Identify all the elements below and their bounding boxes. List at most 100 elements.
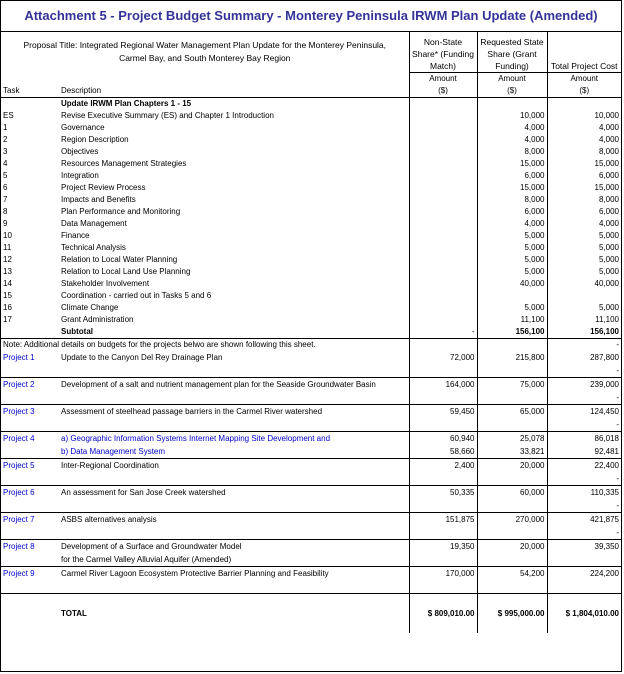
project-total-amount-2 xyxy=(546,553,621,567)
grand-total-state: $ 995,000.00 xyxy=(476,607,547,620)
project-link[interactable]: Project 9 xyxy=(1,567,59,581)
project-row: Project 1 Update to the Canyon Del Rey Dr… xyxy=(1,351,621,364)
task-state-amount: 4,000 xyxy=(476,134,547,146)
task-row: 4 Resources Management Strategies 15,000 15… xyxy=(1,158,621,170)
project-link[interactable]: Project 4 xyxy=(1,432,59,446)
project-description: Development of a Surface and Groundwater… xyxy=(61,541,242,551)
task-id: 14 xyxy=(3,279,12,288)
task-state-amount: 5,000 xyxy=(476,266,547,278)
amount-label-total: Amount xyxy=(546,72,621,85)
task-row: ES Revise Executive Summary (ES) and Chap… xyxy=(1,110,621,122)
budget-sheet: Attachment 5 - Project Budget Summary - … xyxy=(0,0,622,672)
task-row: 12 Relation to Local Water Planning 5,000 5… xyxy=(1,254,621,266)
task-column-label: Task xyxy=(3,86,20,95)
project-description: Update to the Canyon Del Rey Drainage Pl… xyxy=(61,352,223,362)
task-state-amount: 5,000 xyxy=(476,242,547,254)
task-description: Technical Analysis xyxy=(61,243,126,252)
task-description: Integration xyxy=(61,171,99,180)
project-state-amount: 270,000 xyxy=(476,512,547,526)
project-description: ASBS alternatives analysis xyxy=(61,514,157,524)
task-id: 10 xyxy=(3,231,12,240)
description-column-label: Description xyxy=(61,86,102,95)
subtotal-label: Subtotal xyxy=(61,327,93,336)
sheet-title: Attachment 5 - Project Budget Summary - … xyxy=(1,1,621,32)
dash: - xyxy=(546,338,621,351)
project-link[interactable]: Project 1 xyxy=(1,351,59,364)
project-row: Project 7 ASBS alternatives analysis 151,8… xyxy=(1,512,621,527)
project-row: Project 6 An assessment for San Jose Cree… xyxy=(1,485,621,500)
task-row: 2 Region Description 4,000 4,000 xyxy=(1,134,621,146)
task-state-amount: 11,100 xyxy=(476,314,547,326)
project-link[interactable]: Project 2 xyxy=(1,378,59,392)
project-row: Project 8 Development of a Surface and Gr… xyxy=(1,539,621,554)
project-state-amount-2 xyxy=(476,553,547,567)
task-state-amount: 8,000 xyxy=(476,146,547,158)
dash: - xyxy=(546,391,621,405)
task-match-amount xyxy=(408,146,477,158)
task-state-amount: 8,000 xyxy=(476,194,547,206)
task-state-amount xyxy=(476,290,547,302)
task-id: 2 xyxy=(3,135,8,144)
task-row: 15 Coordination - carried out in Tasks 5 … xyxy=(1,290,621,302)
task-match-amount xyxy=(408,242,477,254)
project-description: Carmel River Lagoon Ecosystem Protective… xyxy=(61,568,329,578)
project-state-amount: 75,000 xyxy=(476,377,547,391)
task-row: 1 Governance 4,000 4,000 xyxy=(1,122,621,134)
project-description: An assessment for San Jose Creek watersh… xyxy=(61,487,226,497)
task-match-amount xyxy=(408,134,477,146)
task-match-amount xyxy=(408,266,477,278)
task-id: 7 xyxy=(3,195,8,204)
task-match-amount xyxy=(408,278,477,290)
dash: - xyxy=(546,364,621,378)
task-total-amount: 6,000 xyxy=(546,170,621,182)
task-state-amount: 10,000 xyxy=(476,110,547,122)
project-total-amount: 110,335 xyxy=(546,485,621,499)
unit-label-total: ($) xyxy=(546,85,621,98)
project-description: Inter-Regional Coordination xyxy=(61,460,159,470)
project-match-amount: 170,000 xyxy=(408,566,477,580)
project-description[interactable]: a) Geographic Information Systems Intern… xyxy=(59,432,409,446)
project-state-amount: 65,000 xyxy=(476,404,547,418)
task-match-amount xyxy=(408,206,477,218)
task-row: 16 Climate Change 5,000 5,000 xyxy=(1,302,621,314)
task-match-amount xyxy=(408,194,477,206)
project-description-line2[interactable]: b) Data Management System xyxy=(59,445,409,459)
task-total-amount: 4,000 xyxy=(546,218,621,230)
project-link[interactable]: Project 3 xyxy=(1,405,59,419)
task-id: 9 xyxy=(3,219,8,228)
project-link[interactable]: Project 5 xyxy=(1,459,59,473)
task-id: 5 xyxy=(3,171,8,180)
total-row: TOTAL $ 809,010.00 $ 995,000.00 $ 1,804,010… xyxy=(1,607,621,620)
total-label: TOTAL xyxy=(61,608,87,618)
section-title: Update IRWM Plan Chapters 1 - 15 xyxy=(61,99,192,108)
task-description: Governance xyxy=(61,123,105,132)
task-match-amount xyxy=(408,158,477,170)
task-total-amount: 4,000 xyxy=(546,122,621,134)
project-total-amount: 239,000 xyxy=(546,377,621,391)
project-state-amount: 60,000 xyxy=(476,485,547,499)
task-total-amount: 8,000 xyxy=(546,194,621,206)
col-state-header: Requested State Share (Grant Funding) xyxy=(476,32,547,73)
project-row: Project 9 Carmel River Lagoon Ecosystem P… xyxy=(1,566,621,581)
project-description: Assessment of steelhead passage barriers… xyxy=(61,406,323,416)
task-description: Stakeholder Involvement xyxy=(61,279,150,288)
task-total-amount: 10,000 xyxy=(546,110,621,122)
project-link[interactable]: Project 7 xyxy=(1,513,59,527)
task-description: Region Description xyxy=(61,135,129,144)
project-link[interactable]: Project 8 xyxy=(1,540,59,554)
project-state-amount-2: 33,821 xyxy=(476,445,547,459)
task-state-amount: 4,000 xyxy=(476,122,547,134)
project-link[interactable]: Project 6 xyxy=(1,486,59,500)
project-description: Development of a salt and nutrient manag… xyxy=(61,379,376,389)
subtotal-state: 156,100 xyxy=(476,326,547,339)
col-nonstate-header: Non-State Share* (Funding Match) xyxy=(408,32,477,73)
project-match-amount: 60,940 xyxy=(408,431,477,445)
dash: - xyxy=(546,418,621,432)
task-total-amount: 5,000 xyxy=(546,242,621,254)
task-id: 13 xyxy=(3,267,12,276)
unit-label-match: ($) xyxy=(408,85,477,98)
budget-note: Note: Additional details on budgets for … xyxy=(3,340,316,349)
dash: - xyxy=(546,472,621,486)
task-match-amount xyxy=(408,230,477,242)
task-state-amount: 5,000 xyxy=(476,230,547,242)
